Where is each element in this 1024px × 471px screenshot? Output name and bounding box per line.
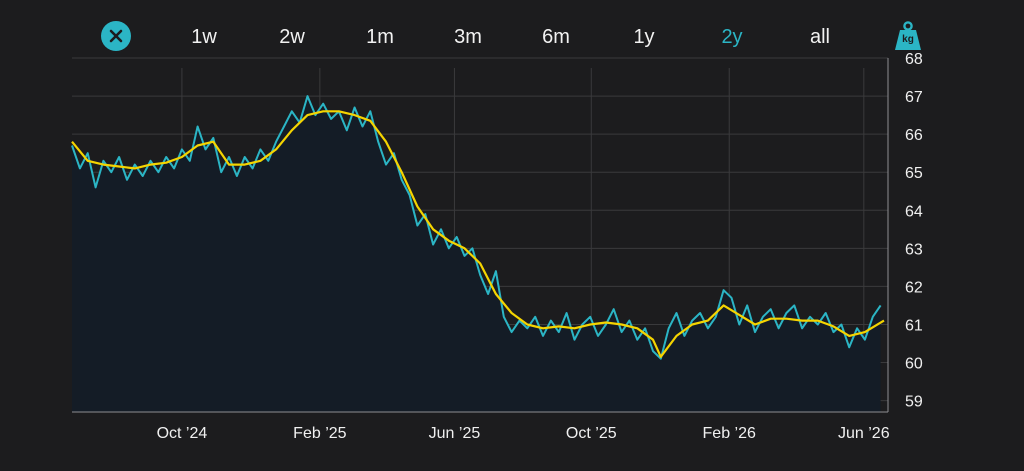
x-tick-label: Oct ’24 xyxy=(157,425,208,442)
y-tick-label: 62 xyxy=(905,279,923,296)
y-tick-label: 66 xyxy=(905,127,923,144)
y-tick-label: 67 xyxy=(905,89,923,106)
y-tick-label: 60 xyxy=(905,356,923,373)
y-tick-label: 59 xyxy=(905,394,923,411)
x-axis-ticks: Oct ’24 Feb ’25 Jun ’25 Oct ’25 Feb ’26 Jun ’… xyxy=(157,425,890,442)
x-tick-label: Feb ’26 xyxy=(703,425,756,442)
y-tick-label: 63 xyxy=(905,241,923,258)
x-tick-label: Feb ’25 xyxy=(293,425,346,442)
y-tick-label: 65 xyxy=(905,165,923,182)
y-tick-label: 68 xyxy=(905,51,923,68)
x-tick-label: Jun ’25 xyxy=(429,425,481,442)
x-tick-label: Oct ’25 xyxy=(566,425,617,442)
y-tick-label: 64 xyxy=(905,203,923,220)
y-axis-ticks: 59 60 61 62 63 64 65 66 67 68 xyxy=(905,51,923,411)
y-tick-label: 61 xyxy=(905,317,923,334)
x-tick-label: Jun ’26 xyxy=(838,425,890,442)
weight-chart: 59 60 61 62 63 64 65 66 67 68 Oct ’24 Feb ’25 Jun ’… xyxy=(71,51,923,442)
